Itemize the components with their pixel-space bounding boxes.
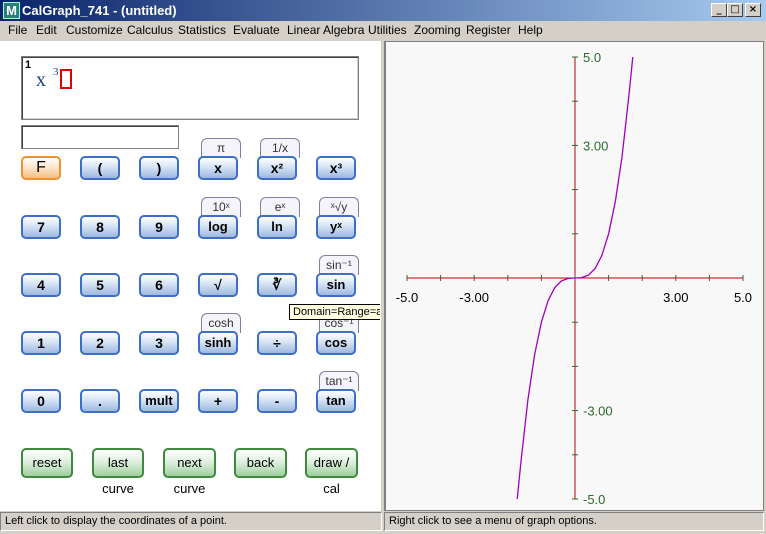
domain-tooltip: Domain=Range=all (289, 304, 392, 320)
digit-2-button[interactable]: 2 (80, 331, 120, 355)
result-field[interactable] (21, 125, 179, 149)
ln-button[interactable]: ln (257, 215, 297, 239)
tan-button[interactable]: tan (316, 389, 356, 413)
tab-xth-root[interactable]: ˣ√y (319, 197, 359, 217)
digit-3-button[interactable]: 3 (139, 331, 179, 355)
reset-button[interactable]: reset (21, 448, 73, 478)
minus-button[interactable]: - (257, 389, 297, 413)
sinh-button[interactable]: sinh (198, 331, 238, 355)
close-paren-button[interactable]: ) (139, 156, 179, 180)
digit-0-button[interactable]: 0 (21, 389, 61, 413)
expression-exponent: 3 (53, 66, 59, 78)
x-tick-label: 3.00 (663, 290, 688, 305)
expression-editor[interactable]: 1 x 3 (21, 56, 359, 120)
log-button[interactable]: log (198, 215, 238, 239)
input-cursor (60, 69, 72, 89)
window-title: CalGraph_741 - (untitled) (22, 3, 177, 18)
menu-calculus[interactable]: Calculus (127, 23, 173, 37)
sqrt-button[interactable]: √ (198, 273, 238, 297)
power-button[interactable]: yˣ (316, 215, 356, 239)
plus-button[interactable]: + (198, 389, 238, 413)
y-tick-label: 3.00 (583, 138, 608, 153)
menu-help[interactable]: Help (518, 23, 543, 37)
next-curve-button[interactable]: next curve (163, 448, 216, 496)
menu-zooming[interactable]: Zooming (414, 23, 461, 37)
last-curve-button[interactable]: last curve (92, 448, 144, 496)
x-button[interactable]: x (198, 156, 238, 180)
menu-customize[interactable]: Customize (66, 23, 123, 37)
x-tick-label: -5.0 (396, 290, 418, 305)
menu-statistics[interactable]: Statistics (178, 23, 226, 37)
menu-linear-algebra[interactable]: Linear Algebra (287, 23, 364, 37)
tab-reciprocal[interactable]: 1/x (260, 138, 300, 158)
tab-exp[interactable]: eˣ (260, 197, 300, 217)
close-button[interactable]: × (745, 3, 761, 17)
decimal-point-button[interactable]: . (80, 389, 120, 413)
x-tick-label: 5.0 (734, 290, 752, 305)
app-icon: M (3, 2, 20, 19)
menu-file[interactable]: File (8, 23, 27, 37)
app-window: M CalGraph_741 - (untitled) _ □ × File E… (0, 0, 766, 534)
function-button[interactable]: F (21, 156, 61, 180)
calculator-panel: 1 x 3 π 1/x F ( ) x x² x³ 10ˣ eˣ ˣ√y 7 8… (0, 41, 380, 511)
digit-7-button[interactable]: 7 (21, 215, 61, 239)
status-left: Left click to display the coordinates of… (0, 512, 382, 531)
expression-line-number: 1 (25, 59, 32, 71)
divide-button[interactable]: ÷ (257, 331, 297, 355)
cos-button[interactable]: cos (316, 331, 356, 355)
digit-6-button[interactable]: 6 (139, 273, 179, 297)
graph-panel[interactable]: -5.0 -3.00 3.00 5.0 5.0 3.00 -3.00 -5.0 (385, 41, 764, 511)
y-tick-label: -5.0 (583, 492, 605, 507)
x-squared-button[interactable]: x² (257, 156, 297, 180)
title-bar[interactable]: M CalGraph_741 - (untitled) _ □ × (0, 0, 766, 21)
y-tick-label: -3.00 (583, 404, 613, 419)
tab-arctan[interactable]: tan⁻¹ (319, 371, 359, 391)
sin-button[interactable]: sin (316, 273, 356, 297)
graph-canvas[interactable]: -5.0 -3.00 3.00 5.0 5.0 3.00 -3.00 -5.0 (386, 42, 763, 510)
menu-edit[interactable]: Edit (36, 23, 57, 37)
tab-ten-power[interactable]: 10ˣ (201, 197, 241, 217)
back-button[interactable]: back (234, 448, 287, 478)
draw-calculate-button[interactable]: draw / cal (305, 448, 358, 496)
digit-8-button[interactable]: 8 (80, 215, 120, 239)
status-right: Right click to see a menu of graph optio… (384, 512, 764, 531)
menu-evaluate[interactable]: Evaluate (233, 23, 280, 37)
digit-4-button[interactable]: 4 (21, 273, 61, 297)
tab-cosh[interactable]: cosh (201, 313, 241, 333)
expression-base: x (36, 69, 46, 91)
y-tick-label: 5.0 (583, 50, 601, 65)
tab-pi[interactable]: π (201, 138, 241, 158)
digit-9-button[interactable]: 9 (139, 215, 179, 239)
menu-bar: File Edit Customize Calculus Statistics … (0, 21, 766, 40)
multiply-button[interactable]: mult (139, 389, 179, 413)
tab-arcsin[interactable]: sin⁻¹ (319, 255, 359, 275)
menu-register[interactable]: Register (466, 23, 511, 37)
x-tick-label: -3.00 (459, 290, 489, 305)
digit-5-button[interactable]: 5 (80, 273, 120, 297)
minimize-button[interactable]: _ (711, 3, 727, 17)
open-paren-button[interactable]: ( (80, 156, 120, 180)
x-cubed-button[interactable]: x³ (316, 156, 356, 180)
menu-utilities[interactable]: Utilities (368, 23, 407, 37)
digit-1-button[interactable]: 1 (21, 331, 61, 355)
maximize-button[interactable]: □ (727, 3, 743, 17)
cube-root-button[interactable]: ∛ (257, 273, 297, 297)
